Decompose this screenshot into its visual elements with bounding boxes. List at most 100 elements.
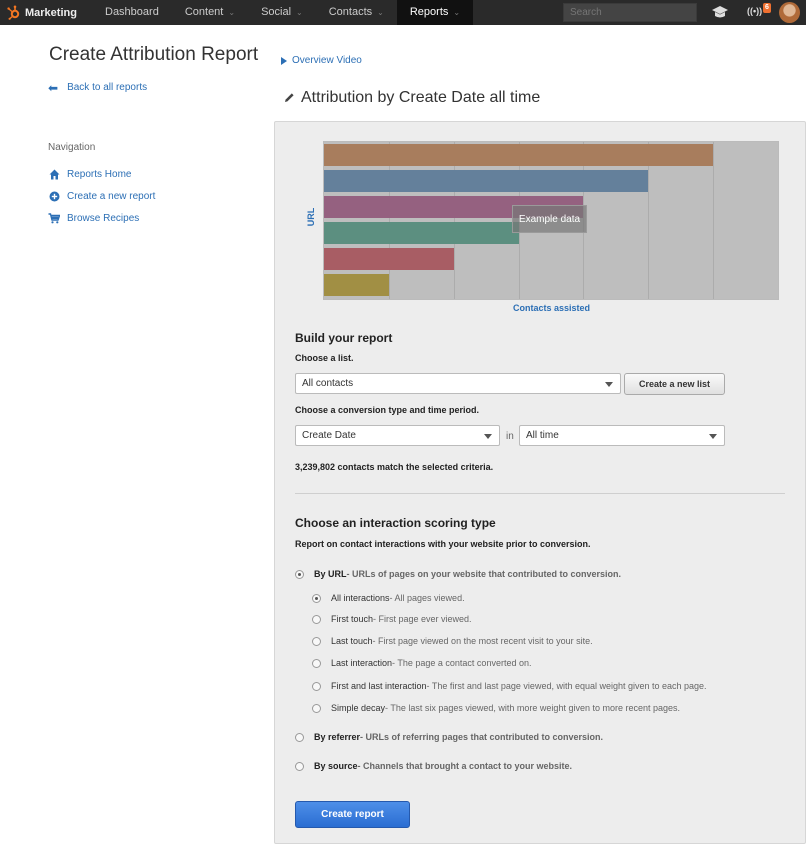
radio-button[interactable] — [312, 614, 321, 624]
contacts-match-count: 3,239,802 contacts match the selected cr… — [295, 462, 494, 472]
nav-social-label: Social — [261, 6, 292, 18]
option-label: First and last interaction — [331, 681, 427, 691]
option-label: By source — [314, 761, 358, 771]
play-icon — [281, 56, 287, 65]
conversion-type-value: Create Date — [302, 430, 356, 441]
chevron-down-icon: ⌄ — [377, 8, 384, 17]
radio-button[interactable] — [312, 593, 321, 603]
home-icon — [48, 168, 60, 180]
sprocket-logo-icon — [7, 5, 20, 20]
report-subtitle: Attribution by Create Date all time — [283, 89, 540, 107]
notification-count-badge: 6 — [763, 3, 771, 13]
avatar[interactable] — [779, 2, 800, 23]
option-desc: - First page viewed on the most recent v… — [372, 636, 593, 646]
dropdown-arrow-icon — [605, 382, 613, 387]
chevron-down-icon: ⌄ — [453, 8, 461, 17]
overview-video-label: Overview Video — [292, 55, 362, 66]
scoring-heading: Choose an interaction scoring type — [295, 516, 496, 530]
nav-dashboard[interactable]: Dashboard — [92, 0, 172, 25]
radio-button[interactable] — [312, 636, 321, 646]
radio-all-interactions[interactable]: All interactions - All pages viewed. — [312, 593, 465, 603]
back-arrow-icon: ⬅ — [48, 80, 59, 95]
scoring-description: Report on contact interactions with your… — [295, 539, 591, 549]
radio-first-and-last[interactable]: First and last interaction - The first a… — [312, 681, 707, 691]
conversion-label: Choose a conversion type and time period… — [295, 405, 480, 415]
radio-button[interactable] — [312, 681, 321, 691]
brand-logo[interactable]: Marketing — [0, 0, 92, 25]
nav-content-label: Content — [184, 6, 224, 18]
option-label: First touch — [331, 614, 374, 624]
sidebar-item-label: Browse Recipes — [67, 212, 140, 224]
nav-content[interactable]: Content ⌄ — [172, 0, 248, 25]
time-period-select[interactable]: All time — [519, 425, 725, 446]
overview-video-link[interactable]: Overview Video — [281, 55, 362, 66]
radio-button[interactable] — [295, 569, 304, 579]
conversion-type-select[interactable]: Create Date — [295, 425, 500, 446]
nav-reports[interactable]: Reports ⌄ — [396, 0, 474, 25]
list-select[interactable]: All contacts — [295, 373, 621, 394]
list-select-value: All contacts — [302, 378, 354, 389]
radio-simple-decay[interactable]: Simple decay - The last six pages viewed… — [312, 703, 680, 713]
sidebar-item-label: Create a new report — [67, 190, 156, 202]
option-desc: - Channels that brought a contact to you… — [357, 761, 573, 771]
divider — [295, 493, 785, 494]
sidebar-item-label: Reports Home — [67, 168, 132, 180]
radio-last-interaction[interactable]: Last interaction - The page a contact co… — [312, 658, 531, 668]
nav-reports-label: Reports — [409, 6, 449, 18]
sidebar-item-create-report[interactable]: Create a new report — [48, 190, 155, 202]
nav-dashboard-label: Dashboard — [105, 6, 159, 18]
option-desc: - URLs of referring pages that contribut… — [360, 732, 604, 742]
option-desc: - The page a contact converted on. — [392, 658, 532, 668]
radio-button[interactable] — [312, 658, 321, 668]
back-link-label: Back to all reports — [67, 82, 148, 93]
nav-social[interactable]: Social ⌄ — [248, 0, 316, 25]
search-input[interactable] — [563, 3, 697, 22]
radio-last-touch[interactable]: Last touch - First page viewed on the mo… — [312, 636, 593, 646]
sidebar-item-browse-recipes[interactable]: Browse Recipes — [48, 212, 139, 224]
option-label: Last touch — [331, 636, 373, 646]
navigation-heading: Navigation — [48, 142, 96, 153]
chevron-down-icon: ⌄ — [296, 8, 303, 17]
brand-label: Marketing — [25, 6, 77, 19]
nav-contacts[interactable]: Contacts ⌄ — [316, 0, 397, 25]
chart-x-axis-label: Contacts assisted — [513, 303, 591, 313]
plus-circle-icon — [48, 190, 60, 202]
example-data-badge: Example data — [512, 205, 587, 233]
radio-button[interactable] — [312, 703, 321, 713]
dropdown-arrow-icon — [709, 434, 717, 439]
back-to-reports-link[interactable]: ⬅ Back to all reports — [48, 80, 148, 95]
pencil-icon[interactable] — [283, 92, 295, 104]
radio-first-touch[interactable]: First touch - First page ever viewed. — [312, 614, 472, 624]
option-label: By referrer — [314, 732, 361, 742]
option-label: Simple decay — [331, 703, 386, 713]
notifications-icon[interactable]: ((•)) — [747, 6, 762, 16]
graduation-cap-icon[interactable] — [711, 5, 729, 19]
radio-button[interactable] — [295, 761, 304, 771]
radio-by-source[interactable]: By source - Channels that brought a cont… — [295, 761, 572, 771]
option-desc: - The last six pages viewed, with more w… — [385, 703, 681, 713]
option-desc: - First page ever viewed. — [373, 614, 472, 624]
radio-button[interactable] — [295, 732, 304, 742]
choose-list-label: Choose a list. — [295, 353, 354, 363]
radio-by-referrer[interactable]: By referrer - URLs of referring pages th… — [295, 732, 603, 742]
option-desc: - URLs of pages on your website that con… — [346, 569, 622, 579]
cart-icon — [48, 212, 60, 224]
nav-contacts-label: Contacts — [328, 6, 373, 18]
create-new-list-button[interactable]: Create a new list — [624, 373, 725, 395]
radio-by-url[interactable]: By URL - URLs of pages on your website t… — [295, 569, 621, 579]
time-period-value: All time — [526, 430, 559, 441]
option-label: All interactions — [331, 593, 390, 603]
create-report-button[interactable]: Create report — [295, 801, 410, 828]
in-label: in — [506, 431, 514, 442]
option-label: By URL — [314, 569, 347, 579]
report-subtitle-text: Attribution by Create Date all time — [301, 89, 541, 106]
option-label: Last interaction — [331, 658, 393, 668]
option-desc: - All pages viewed. — [389, 593, 465, 603]
sidebar-item-reports-home[interactable]: Reports Home — [48, 168, 131, 180]
chart-y-axis-label: URL — [306, 207, 316, 227]
option-desc: - The first and last page viewed, with e… — [426, 681, 707, 691]
chevron-down-icon: ⌄ — [228, 8, 236, 17]
build-report-heading: Build your report — [295, 331, 393, 345]
dropdown-arrow-icon — [484, 434, 492, 439]
page-title: Create Attribution Report — [49, 44, 259, 65]
